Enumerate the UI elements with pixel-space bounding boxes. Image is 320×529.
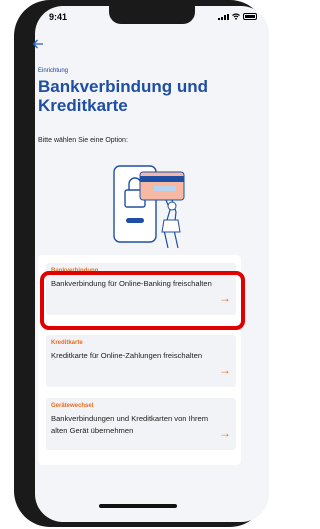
- arrow-right-icon[interactable]: →: [219, 364, 231, 376]
- back-arrow-icon[interactable]: [32, 38, 48, 50]
- arrow-right-icon[interactable]: →: [219, 427, 231, 439]
- option-geraetewechsel[interactable]: Gerätewechsel Bankverbindungen und Kredi…: [46, 398, 236, 450]
- status-bar: 9:41: [35, 6, 269, 30]
- option-kreditkarte[interactable]: Kreditkarte Kreditkarte für Online-Zahlu…: [46, 335, 236, 387]
- phone-lock-card-illustration: [113, 165, 185, 249]
- battery-icon: [243, 13, 257, 20]
- notch: [109, 6, 195, 24]
- signal-icon: [218, 14, 229, 20]
- option-tag: Gerätewechsel: [51, 403, 94, 409]
- option-prompt: Bitte wählen Sie eine Option:: [38, 137, 128, 144]
- status-icons: [218, 13, 257, 20]
- option-text: Kreditkarte für Online-Zahlungen freisch…: [51, 351, 203, 360]
- wifi-icon: [232, 13, 240, 20]
- section-label: Einrichtung: [38, 68, 69, 74]
- option-text: Bankverbindungen und Kreditkarten von Ih…: [51, 414, 209, 435]
- highlight-box: [40, 271, 245, 330]
- page-title: Bankverbindung und Kreditkarte: [38, 77, 208, 115]
- option-tag: Kreditkarte: [51, 340, 83, 346]
- home-indicator: [99, 504, 177, 508]
- status-time: 9:41: [49, 12, 68, 22]
